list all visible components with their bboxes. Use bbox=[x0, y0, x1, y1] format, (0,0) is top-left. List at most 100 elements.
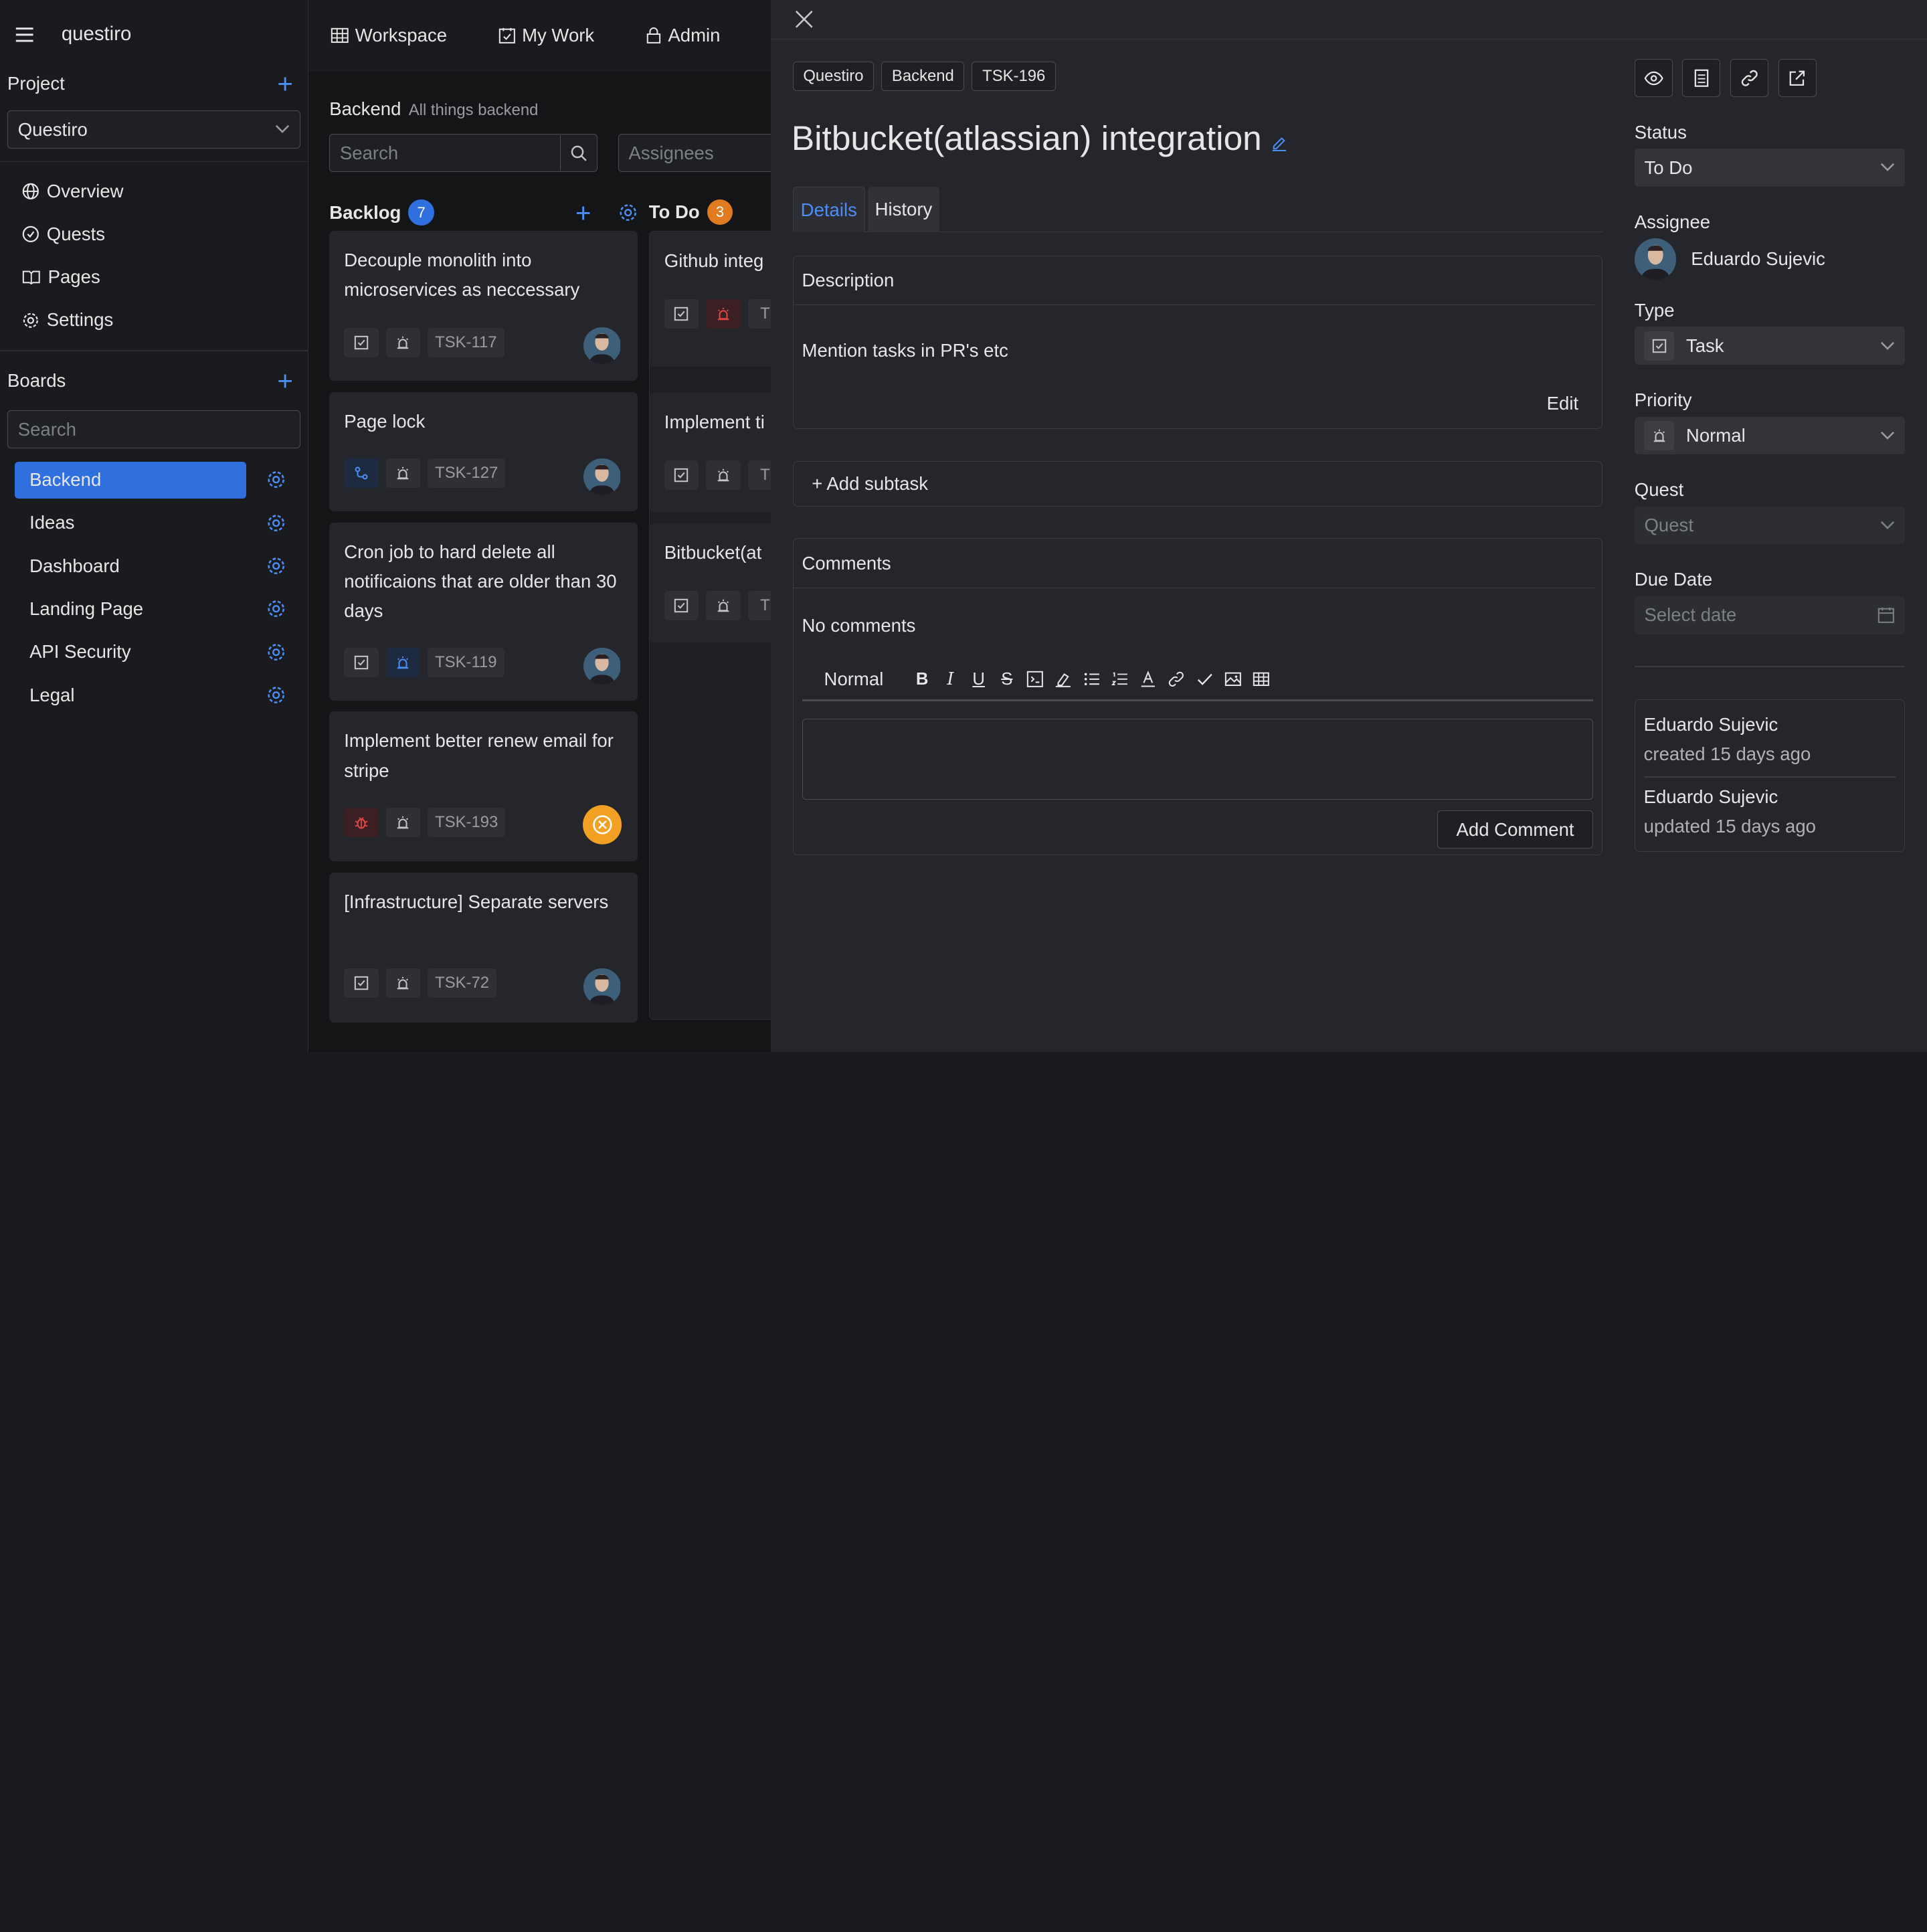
card[interactable]: Cron job to hard delete all notificaions… bbox=[329, 522, 638, 701]
strikethrough-icon[interactable]: S bbox=[998, 670, 1016, 689]
add-project-icon[interactable]: + bbox=[277, 70, 300, 97]
board-search-input[interactable]: Search bbox=[7, 410, 300, 449]
priority-alarm-icon bbox=[385, 968, 421, 998]
gear-icon[interactable] bbox=[266, 685, 286, 705]
board-item-api-security[interactable]: API Security bbox=[7, 630, 300, 673]
underline-icon[interactable]: U bbox=[970, 670, 988, 689]
assignees-placeholder: Assignees bbox=[628, 142, 714, 163]
card[interactable]: [Infrastructure] Separate servers TSK-72 bbox=[329, 873, 638, 1023]
breadcrumb-project[interactable]: Questiro bbox=[792, 61, 875, 91]
calendar-check-icon bbox=[498, 27, 516, 44]
text-color-icon[interactable] bbox=[1139, 670, 1158, 689]
gear-icon[interactable] bbox=[266, 556, 286, 576]
tab-details[interactable]: Details bbox=[792, 187, 865, 233]
gear-icon[interactable] bbox=[266, 642, 286, 662]
add-subtask-button[interactable]: + Add subtask bbox=[792, 460, 1603, 507]
italic-icon[interactable]: I bbox=[941, 669, 960, 689]
board-card-search[interactable]: Search bbox=[329, 134, 598, 173]
priority-alarm-icon bbox=[1644, 420, 1674, 450]
card-key: TSK-119 bbox=[428, 647, 504, 677]
nav-label: Quests bbox=[46, 223, 106, 244]
tab-history[interactable]: History bbox=[867, 187, 940, 233]
card[interactable]: Page lock TSK-127 bbox=[329, 391, 638, 512]
card-meta: TSK-119 bbox=[344, 647, 504, 677]
gear-icon[interactable] bbox=[266, 470, 286, 489]
image-icon[interactable] bbox=[1224, 670, 1243, 689]
board-item-backend[interactable]: Backend bbox=[7, 458, 300, 501]
link-icon[interactable] bbox=[1168, 670, 1186, 689]
link-icon[interactable] bbox=[1730, 59, 1768, 98]
highlighter-icon[interactable] bbox=[1054, 670, 1073, 689]
card-meta: TSK-117 bbox=[344, 328, 504, 358]
type-label: Type bbox=[1634, 300, 1675, 321]
card-meta: TSK-72 bbox=[344, 968, 497, 998]
task-icon bbox=[1644, 331, 1674, 361]
type-select[interactable]: Task bbox=[1634, 327, 1905, 365]
document-icon[interactable] bbox=[1682, 59, 1721, 98]
search-icon[interactable] bbox=[559, 135, 597, 171]
board-item-ideas[interactable]: Ideas bbox=[7, 501, 300, 544]
numbered-list-icon[interactable] bbox=[1111, 670, 1129, 689]
gear-icon[interactable] bbox=[618, 203, 638, 222]
card[interactable]: Implement better renew email for stripe … bbox=[329, 711, 638, 862]
bold-icon[interactable]: B bbox=[913, 670, 931, 689]
gear-icon[interactable] bbox=[266, 599, 286, 618]
quest-select[interactable]: Quest bbox=[1634, 506, 1905, 545]
board-subtitle: All things backend bbox=[408, 100, 539, 119]
nav-workspace[interactable]: Workspace bbox=[331, 25, 447, 46]
breadcrumb-board[interactable]: Backend bbox=[881, 61, 965, 91]
quest-placeholder: Quest bbox=[1644, 515, 1693, 536]
comment-editor-toolbar: Normal B I U S bbox=[802, 659, 1594, 701]
table-icon[interactable] bbox=[1252, 670, 1271, 689]
format-style-select[interactable]: Normal bbox=[824, 669, 884, 690]
nav-admin[interactable]: Admin bbox=[646, 25, 721, 46]
nav-mywork[interactable]: My Work bbox=[498, 25, 594, 46]
comment-editor[interactable] bbox=[802, 718, 1594, 800]
nav-settings[interactable]: Settings bbox=[0, 298, 308, 341]
column-count-badge: 7 bbox=[408, 199, 434, 226]
board-label: Legal bbox=[29, 684, 75, 705]
link-type-icon bbox=[344, 458, 379, 489]
bullet-list-icon[interactable] bbox=[1083, 670, 1101, 689]
board-item-legal[interactable]: Legal bbox=[7, 673, 300, 716]
assignee-avatar bbox=[583, 647, 621, 685]
assignees-filter[interactable]: Assignees bbox=[618, 134, 790, 173]
add-board-icon[interactable]: + bbox=[277, 367, 300, 394]
pencil-icon[interactable] bbox=[1271, 135, 1287, 151]
add-comment-button[interactable]: Add Comment bbox=[1437, 810, 1594, 849]
add-card-icon[interactable]: + bbox=[575, 199, 611, 226]
task-detail-panel: Questiro Backend TSK-196 Bitbucket(atlas… bbox=[770, 0, 1927, 1053]
board-item-dashboard[interactable]: Dashboard bbox=[7, 545, 300, 588]
priority-alarm-icon bbox=[706, 590, 741, 620]
hamburger-menu-icon[interactable] bbox=[15, 26, 34, 43]
nav-pages[interactable]: Pages bbox=[0, 256, 308, 298]
edit-description-button[interactable]: Edit bbox=[1547, 393, 1578, 414]
task-fields: Status To Do Assignee Eduardo Sujevic Ty… bbox=[1634, 59, 1905, 852]
due-date-picker[interactable]: Select date bbox=[1634, 596, 1905, 634]
project-select[interactable]: Questiro bbox=[7, 110, 300, 149]
nav-quests[interactable]: Quests bbox=[0, 213, 308, 256]
status-select[interactable]: To Do bbox=[1634, 149, 1905, 187]
gear-icon[interactable] bbox=[266, 513, 286, 533]
board-item-landing-page[interactable]: Landing Page bbox=[7, 588, 300, 630]
chevron-down-icon bbox=[1880, 341, 1895, 351]
priority-label: Priority bbox=[1634, 389, 1692, 411]
task-title[interactable]: Bitbucket(atlassian) integration bbox=[792, 118, 1262, 158]
code-block-icon[interactable] bbox=[1026, 670, 1044, 689]
eye-icon[interactable] bbox=[1634, 59, 1673, 98]
breadcrumb-task-key[interactable]: TSK-196 bbox=[972, 61, 1056, 91]
nav-label: Overview bbox=[46, 180, 124, 201]
close-icon[interactable] bbox=[795, 10, 814, 29]
book-icon bbox=[22, 269, 41, 285]
checkmark-icon[interactable] bbox=[1196, 670, 1214, 689]
external-link-icon[interactable] bbox=[1778, 59, 1817, 98]
due-date-label: Due Date bbox=[1634, 569, 1713, 590]
priority-select[interactable]: Normal bbox=[1634, 416, 1905, 455]
activity-log: Eduardo Sujevic created 15 days ago Edua… bbox=[1634, 699, 1905, 852]
card[interactable]: Decouple monolith into microservices as … bbox=[329, 231, 638, 381]
nav-overview[interactable]: Overview bbox=[0, 169, 308, 212]
column-header-backlog: Backlog 7 + bbox=[329, 199, 638, 226]
assignee-field[interactable]: Eduardo Sujevic bbox=[1634, 238, 1905, 280]
assignee-name: Eduardo Sujevic bbox=[1691, 248, 1825, 270]
priority-alarm-icon bbox=[706, 299, 741, 329]
